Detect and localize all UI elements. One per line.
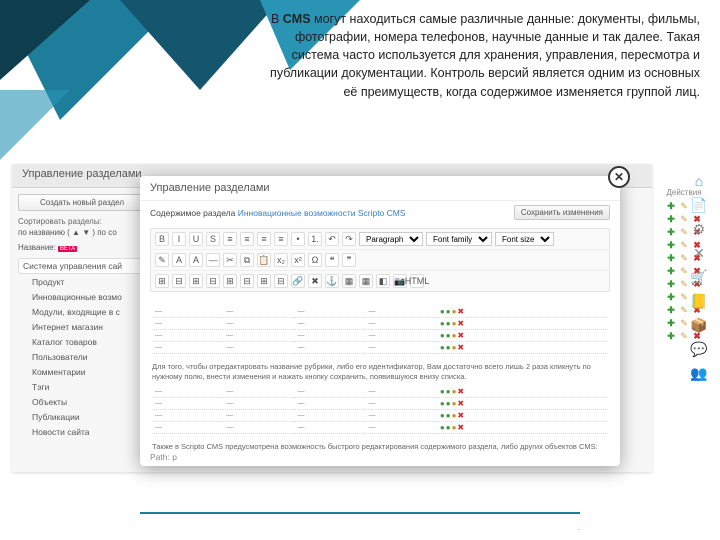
edit-icon[interactable]: ✎	[155, 253, 169, 267]
editor-toolbar: B I U S ≡ ≡ ≡ ≡ • 1. ↶ ↷ Paragraph Font …	[150, 228, 610, 292]
col-del-icon[interactable]: ⊟	[240, 274, 254, 288]
redo-icon[interactable]: ↷	[342, 232, 356, 246]
tree-item[interactable]: Продукт	[28, 275, 146, 289]
note-text-2: Также в Scripto CMS предусмотрена возмож…	[152, 442, 608, 452]
tree-item[interactable]: Интернет магазин	[28, 320, 146, 334]
paragraph-select[interactable]: Paragraph	[359, 232, 423, 246]
tree-item[interactable]: Система управления сай	[18, 258, 146, 274]
tree-item[interactable]: Пользователи	[28, 350, 146, 364]
align-center-icon[interactable]: ≡	[240, 232, 254, 246]
quote-open-icon[interactable]: ❝	[325, 253, 339, 267]
settings-icon[interactable]: ⚙	[688, 220, 710, 238]
create-section-button[interactable]: Создать новый раздел	[18, 194, 146, 211]
align-justify-icon[interactable]: ≡	[274, 232, 288, 246]
home-icon[interactable]: ⌂	[688, 172, 710, 190]
footer-text: .	[140, 523, 580, 532]
edit-section-modal: ✕ Управление разделами Содержимое раздел…	[140, 176, 620, 466]
app-side-icons: ⌂ 📄 ⚙ ✕ 🛒 📒 📦 💬 👥	[656, 168, 716, 382]
strike-icon[interactable]: S	[206, 232, 220, 246]
align-right-icon[interactable]: ≡	[257, 232, 271, 246]
col-add-icon[interactable]: ⊞	[223, 274, 237, 288]
tree-item[interactable]: Тэги	[28, 380, 146, 394]
font-family-select[interactable]: Font family	[426, 232, 492, 246]
sidebar: Создать новый раздел Сортировать разделы…	[12, 188, 152, 472]
hr-icon[interactable]: —	[206, 253, 220, 267]
modal-title: Управление разделами	[140, 176, 620, 201]
sort-label: Сортировать разделы:	[18, 217, 146, 226]
text-color-icon[interactable]: A	[172, 253, 186, 267]
modal-sub-label: Содержимое раздела	[150, 208, 235, 218]
split-icon[interactable]: ⊟	[274, 274, 288, 288]
superscript-icon[interactable]: x²	[291, 253, 305, 267]
tree-item[interactable]: Каталог товаров	[28, 335, 146, 349]
tree-item[interactable]: Публикации	[28, 410, 146, 424]
intro-text: могут находиться самые различные данные:…	[270, 12, 700, 99]
content-table: ————●●●✖ ————●●●✖ ————●●●✖ ————●●●✖	[152, 306, 608, 354]
tree-item[interactable]: Новости сайта	[28, 425, 146, 439]
html-icon[interactable]: HTML	[410, 274, 424, 288]
row-add-icon[interactable]: ⊞	[189, 274, 203, 288]
layout-icon[interactable]: ◧	[376, 274, 390, 288]
copy-icon[interactable]: ⧉	[240, 253, 254, 267]
intro-prefix: В	[271, 12, 283, 26]
tree-item[interactable]: Комментарии	[28, 365, 146, 379]
intro-paragraph: В CMS могут находиться самые различные д…	[270, 10, 700, 101]
merge-icon[interactable]: ⊞	[257, 274, 271, 288]
editor-path: Path: p	[150, 452, 177, 462]
grid2-icon[interactable]: ▦	[359, 274, 373, 288]
editor-content[interactable]: ————●●●✖ ————●●●✖ ————●●●✖ ————●●●✖ Для …	[140, 296, 620, 461]
tree-item[interactable]: Инновационные возмо	[28, 290, 146, 304]
bold-icon[interactable]: B	[155, 232, 169, 246]
box-icon[interactable]: 📦	[688, 316, 710, 334]
table-del-icon[interactable]: ⊟	[172, 274, 186, 288]
beta-badge: BETA	[58, 246, 77, 252]
catalog-icon[interactable]: 📒	[688, 292, 710, 310]
sort-value[interactable]: по названию ( ▲ ▼ ) по со	[18, 228, 146, 237]
italic-icon[interactable]: I	[172, 232, 186, 246]
users-icon[interactable]: 👥	[688, 364, 710, 382]
link-icon[interactable]: 🔗	[291, 274, 305, 288]
footer-divider	[140, 512, 580, 514]
special-char-icon[interactable]: Ω	[308, 253, 322, 267]
document-icon[interactable]: 📄	[688, 196, 710, 214]
close-icon[interactable]: ✕	[608, 166, 630, 188]
ol-icon[interactable]: 1.	[308, 232, 322, 246]
cut-icon[interactable]: ✂	[223, 253, 237, 267]
font-size-select[interactable]: Font size	[495, 232, 554, 246]
tree-item[interactable]: Объекты	[28, 395, 146, 409]
ul-icon[interactable]: •	[291, 232, 305, 246]
note-text: Для того, чтобы отредактировать название…	[152, 362, 608, 382]
undo-icon[interactable]: ↶	[325, 232, 339, 246]
quote-close-icon[interactable]: ❞	[342, 253, 356, 267]
table-icon[interactable]: ⊞	[155, 274, 169, 288]
comments-icon[interactable]: 💬	[688, 340, 710, 358]
cart-icon[interactable]: 🛒	[688, 268, 710, 286]
bg-color-icon[interactable]: A	[189, 253, 203, 267]
content-table-2: ————●●●✖ ————●●●✖ ————●●●✖ ————●●●✖	[152, 386, 608, 434]
modal-sub-value: Инновационные возможности Scripto CMS	[238, 208, 406, 218]
save-button[interactable]: Сохранить изменения	[514, 205, 610, 220]
filter-label: Название:BETA	[18, 243, 146, 252]
grid-icon[interactable]: ▦	[342, 274, 356, 288]
intro-bold: CMS	[283, 12, 311, 26]
underline-icon[interactable]: U	[189, 232, 203, 246]
row-del-icon[interactable]: ⊟	[206, 274, 220, 288]
align-left-icon[interactable]: ≡	[223, 232, 237, 246]
tree-item[interactable]: Модули, входящие в с	[28, 305, 146, 319]
tools-icon[interactable]: ✕	[688, 244, 710, 262]
anchor-icon[interactable]: ⚓	[325, 274, 339, 288]
subscript-icon[interactable]: x₂	[274, 253, 288, 267]
paste-icon[interactable]: 📋	[257, 253, 271, 267]
unlink-icon[interactable]: ✖	[308, 274, 322, 288]
